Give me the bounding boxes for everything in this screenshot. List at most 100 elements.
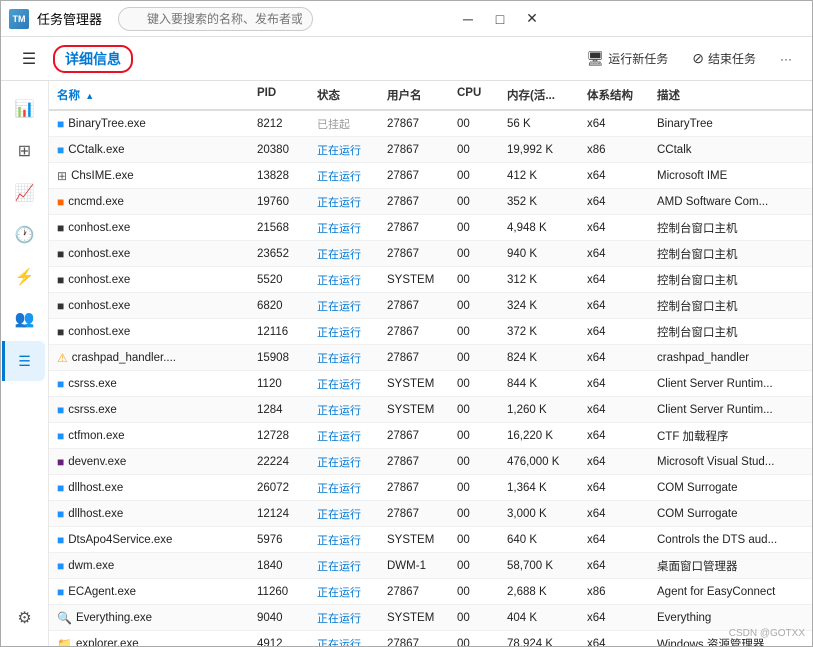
main-content: 📊 ⊞ 📈 🕐 ⚡ 👥 ☰ ⚙ 名称 ▲ PID 状态 用户名 CPU 内存(活… (1, 81, 812, 646)
table-row[interactable]: 🔍 Everything.exe 9040 正在运行 SYSTEM 00 404… (49, 605, 812, 631)
table-row[interactable]: ■ dllhost.exe 26072 正在运行 27867 00 1,364 … (49, 475, 812, 501)
process-pid: 12124 (253, 508, 313, 520)
process-name-text: dwm.exe (68, 560, 114, 572)
process-pid: 20380 (253, 144, 313, 156)
process-name: ■ BinaryTree.exe (53, 117, 253, 131)
search-input[interactable] (118, 7, 313, 31)
sidebar-item-users[interactable]: 👥 (5, 299, 45, 339)
process-cpu: 00 (453, 352, 503, 364)
sidebar-item-overview[interactable]: 📊 (5, 89, 45, 129)
sidebar-item-performance[interactable]: 📈 (5, 173, 45, 213)
sidebar-item-startup[interactable]: ⚡ (5, 257, 45, 297)
table-row[interactable]: ■ dllhost.exe 12124 正在运行 27867 00 3,000 … (49, 501, 812, 527)
process-memory: 412 K (503, 170, 583, 182)
process-arch: x64 (583, 430, 653, 442)
process-name: ■ DtsApo4Service.exe (53, 533, 253, 547)
table-row[interactable]: ■ conhost.exe 6820 正在运行 27867 00 324 K x… (49, 293, 812, 319)
col-header-user[interactable]: 用户名 (383, 81, 453, 109)
process-status: 正在运行 (313, 402, 383, 418)
maximize-button[interactable]: □ (486, 5, 514, 33)
col-header-arch[interactable]: 体系结构 (583, 81, 653, 109)
process-icon: ■ (57, 455, 64, 469)
process-status: 正在运行 (313, 350, 383, 366)
table-row[interactable]: ■ devenv.exe 22224 正在运行 27867 00 476,000… (49, 449, 812, 475)
process-memory: 372 K (503, 326, 583, 338)
table-row[interactable]: ⚠ crashpad_handler.... 15908 正在运行 27867 … (49, 345, 812, 371)
table-row[interactable]: ■ cncmd.exe 19760 正在运行 27867 00 352 K x6… (49, 189, 812, 215)
sidebar-item-settings[interactable]: ⚙ (5, 598, 45, 638)
minimize-button[interactable]: ─ (454, 5, 482, 33)
process-memory: 58,700 K (503, 560, 583, 572)
sidebar-item-details[interactable]: ☰ (2, 341, 45, 381)
table-row[interactable]: ■ dwm.exe 1840 正在运行 DWM-1 00 58,700 K x6… (49, 553, 812, 579)
sidebar-item-history[interactable]: 🕐 (5, 215, 45, 255)
process-memory: 1,260 K (503, 404, 583, 416)
run-task-label: 运行新任务 (608, 50, 668, 67)
table-row[interactable]: ⊞ ChsIME.exe 13828 正在运行 27867 00 412 K x… (49, 163, 812, 189)
col-header-name[interactable]: 名称 ▲ (53, 81, 253, 109)
col-header-pid[interactable]: PID (253, 81, 313, 109)
process-name: 📁 explorer.exe (53, 637, 253, 647)
end-task-button[interactable]: ⊘ 结束任务 (684, 46, 764, 71)
process-table-body[interactable]: ■ BinaryTree.exe 8212 已挂起 27867 00 56 K … (49, 111, 812, 646)
process-memory: 824 K (503, 352, 583, 364)
process-name-text: dllhost.exe (68, 508, 123, 520)
table-row[interactable]: ■ ECAgent.exe 11260 正在运行 27867 00 2,688 … (49, 579, 812, 605)
process-pid: 22224 (253, 456, 313, 468)
run-new-task-button[interactable]: 🖥 运行新任务 (578, 46, 676, 71)
process-name: ■ conhost.exe (53, 325, 253, 339)
process-memory: 2,688 K (503, 586, 583, 598)
process-desc: 控制台窗口主机 (653, 220, 808, 236)
col-header-cpu[interactable]: CPU (453, 81, 503, 109)
process-desc: Client Server Runtim... (653, 404, 808, 416)
table-row[interactable]: ■ DtsApo4Service.exe 5976 正在运行 SYSTEM 00… (49, 527, 812, 553)
process-arch: x64 (583, 170, 653, 182)
process-pid: 15908 (253, 352, 313, 364)
process-user: 27867 (383, 638, 453, 647)
process-name: ■ conhost.exe (53, 247, 253, 261)
table-row[interactable]: ■ csrss.exe 1120 正在运行 SYSTEM 00 844 K x6… (49, 371, 812, 397)
process-memory: 476,000 K (503, 456, 583, 468)
sidebar-item-apps[interactable]: ⊞ (5, 131, 45, 171)
table-row[interactable]: ■ conhost.exe 5520 正在运行 SYSTEM 00 312 K … (49, 267, 812, 293)
end-task-icon: ⊘ (692, 50, 704, 67)
table-row[interactable]: ■ conhost.exe 23652 正在运行 27867 00 940 K … (49, 241, 812, 267)
process-status: 正在运行 (313, 454, 383, 470)
process-desc: Client Server Runtim... (653, 378, 808, 390)
process-name-text: dllhost.exe (68, 482, 123, 494)
menu-button[interactable]: ☰ (13, 43, 45, 75)
process-name-text: conhost.exe (68, 248, 130, 260)
process-name-text: conhost.exe (68, 300, 130, 312)
process-status: 正在运行 (313, 610, 383, 626)
process-arch: x64 (583, 560, 653, 572)
col-header-desc[interactable]: 描述 (653, 81, 808, 109)
table-row[interactable]: ■ CCtalk.exe 20380 正在运行 27867 00 19,992 … (49, 137, 812, 163)
table-row[interactable]: 📁 explorer.exe 4912 正在运行 27867 00 78,924… (49, 631, 812, 646)
col-header-memory[interactable]: 内存(活... (503, 81, 583, 109)
close-button[interactable]: ✕ (518, 5, 546, 33)
process-user: SYSTEM (383, 404, 453, 416)
process-icon: ■ (57, 481, 64, 495)
window-title: 任务管理器 (37, 9, 102, 28)
table-row[interactable]: ■ BinaryTree.exe 8212 已挂起 27867 00 56 K … (49, 111, 812, 137)
process-pid: 9040 (253, 612, 313, 624)
table-row[interactable]: ■ conhost.exe 12116 正在运行 27867 00 372 K … (49, 319, 812, 345)
col-header-status[interactable]: 状态 (313, 81, 383, 109)
process-desc: Agent for EasyConnect (653, 586, 808, 598)
process-desc: COM Surrogate (653, 482, 808, 494)
process-name-text: BinaryTree.exe (68, 118, 146, 130)
process-user: 27867 (383, 482, 453, 494)
table-row[interactable]: ■ conhost.exe 21568 正在运行 27867 00 4,948 … (49, 215, 812, 241)
process-pid: 26072 (253, 482, 313, 494)
process-arch: x64 (583, 638, 653, 647)
page-title-button[interactable]: 详细信息 (53, 45, 133, 73)
table-row[interactable]: ■ ctfmon.exe 12728 正在运行 27867 00 16,220 … (49, 423, 812, 449)
process-cpu: 00 (453, 612, 503, 624)
process-arch: x64 (583, 326, 653, 338)
more-options-button[interactable]: ··· (772, 48, 800, 70)
process-status: 正在运行 (313, 194, 383, 210)
search-wrapper: 🔍 (118, 7, 438, 31)
table-row[interactable]: ■ csrss.exe 1284 正在运行 SYSTEM 00 1,260 K … (49, 397, 812, 423)
process-arch: x64 (583, 612, 653, 624)
process-cpu: 00 (453, 638, 503, 647)
